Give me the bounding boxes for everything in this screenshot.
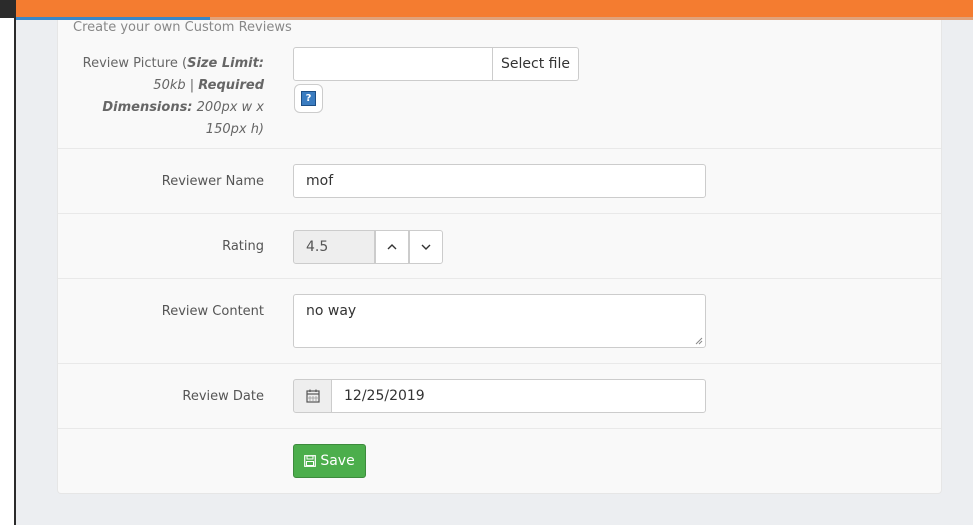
save-button[interactable]: Save <box>293 444 366 478</box>
review-date-input[interactable]: 12/25/2019 <box>331 379 706 413</box>
review-form-panel: Create your own Custom Reviews Review Pi… <box>57 20 942 494</box>
chevron-down-icon <box>421 244 431 250</box>
review-picture-file-input[interactable] <box>293 47 493 81</box>
reviewer-name-input[interactable]: mof <box>293 164 706 198</box>
review-content-text: no way <box>306 303 357 319</box>
picture-label-prefix: Review Picture ( <box>82 56 188 71</box>
rating-row: Rating 4.5 <box>58 214 941 279</box>
top-header-bar <box>16 0 973 17</box>
left-sidebar-edge <box>0 0 16 525</box>
select-file-button[interactable]: Select file <box>493 47 579 81</box>
review-picture-row: Review Picture (Size Limit: 50kb | Requi… <box>58 20 941 149</box>
review-date-label: Review Date <box>182 389 264 404</box>
review-content-label: Review Content <box>161 304 264 319</box>
help-icon: ? <box>301 91 316 106</box>
review-content-row: Review Content no way <box>58 279 941 364</box>
rating-decrement-button[interactable] <box>409 230 443 264</box>
resize-grip-icon[interactable] <box>695 337 703 345</box>
calendar-button[interactable] <box>293 379 332 413</box>
save-button-label: Save <box>320 453 355 469</box>
review-date-row: Review Date 12/25/2019 <box>58 364 941 429</box>
size-limit-value: 50kb | <box>153 78 199 93</box>
floppy-disk-icon <box>304 455 317 467</box>
rating-label: Rating <box>222 239 264 254</box>
size-limit-label: Size Limit: <box>187 56 264 71</box>
sidebar-top-block <box>0 0 16 18</box>
rating-value-input[interactable]: 4.5 <box>293 230 375 264</box>
help-button[interactable]: ? <box>294 84 323 113</box>
dimensions-value: 200px w x 150px h) <box>192 100 264 137</box>
chevron-up-icon <box>387 244 397 250</box>
save-row: Save <box>58 429 941 494</box>
reviewer-name-row: Reviewer Name mof <box>58 149 941 214</box>
review-picture-label: Review Picture (Size Limit: 50kb | Requi… <box>64 53 264 141</box>
reviewer-name-label: Reviewer Name <box>161 174 264 189</box>
review-content-textarea[interactable]: no way <box>293 294 706 348</box>
rating-increment-button[interactable] <box>375 230 409 264</box>
calendar-icon <box>305 389 320 403</box>
